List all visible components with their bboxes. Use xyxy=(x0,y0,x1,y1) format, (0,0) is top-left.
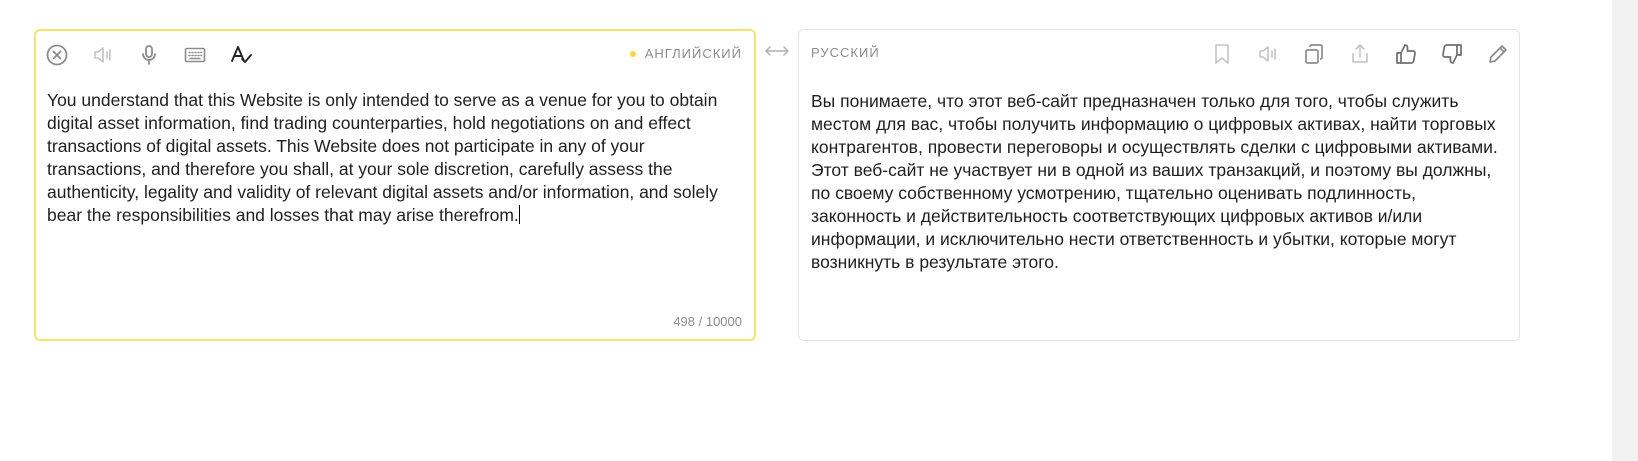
copy-icon[interactable] xyxy=(1301,41,1327,67)
keyboard-icon[interactable] xyxy=(182,42,208,68)
page-edge-strip xyxy=(1612,0,1638,461)
microphone-icon[interactable] xyxy=(136,42,162,68)
detected-language-dot xyxy=(630,51,636,57)
share-icon[interactable] xyxy=(1347,41,1373,67)
source-language-selector[interactable]: АНГЛИЙСКИЙ xyxy=(645,46,742,61)
text-caret xyxy=(518,205,520,224)
swap-languages-button[interactable] xyxy=(763,43,791,59)
edit-icon[interactable] xyxy=(1485,41,1511,67)
source-text-input[interactable]: You understand that this Website is only… xyxy=(47,89,740,227)
source-toolbar: АНГЛИЙСКИЙ xyxy=(36,31,754,77)
target-panel: РУССКИЙ Вы понимаете, что этот веб-сайт … xyxy=(798,29,1520,341)
target-toolbar: РУССКИЙ xyxy=(799,30,1519,76)
spellcheck-icon[interactable] xyxy=(228,42,254,68)
thumbs-up-icon[interactable] xyxy=(1393,41,1419,67)
swap-arrows-icon xyxy=(765,46,789,56)
clear-icon[interactable] xyxy=(44,42,70,68)
translation-output: Вы понимаете, что этот веб-сайт предназн… xyxy=(811,91,1498,272)
speaker-icon[interactable] xyxy=(90,42,116,68)
source-panel: АНГЛИЙСКИЙ You understand that this Webs… xyxy=(34,29,756,341)
thumbs-down-icon[interactable] xyxy=(1439,41,1465,67)
target-language-selector[interactable]: РУССКИЙ xyxy=(811,45,880,60)
character-counter: 498 / 10000 xyxy=(673,314,742,329)
bookmark-icon[interactable] xyxy=(1209,41,1235,67)
source-text: You understand that this Website is only… xyxy=(47,90,718,225)
speaker-icon[interactable] xyxy=(1255,41,1281,67)
